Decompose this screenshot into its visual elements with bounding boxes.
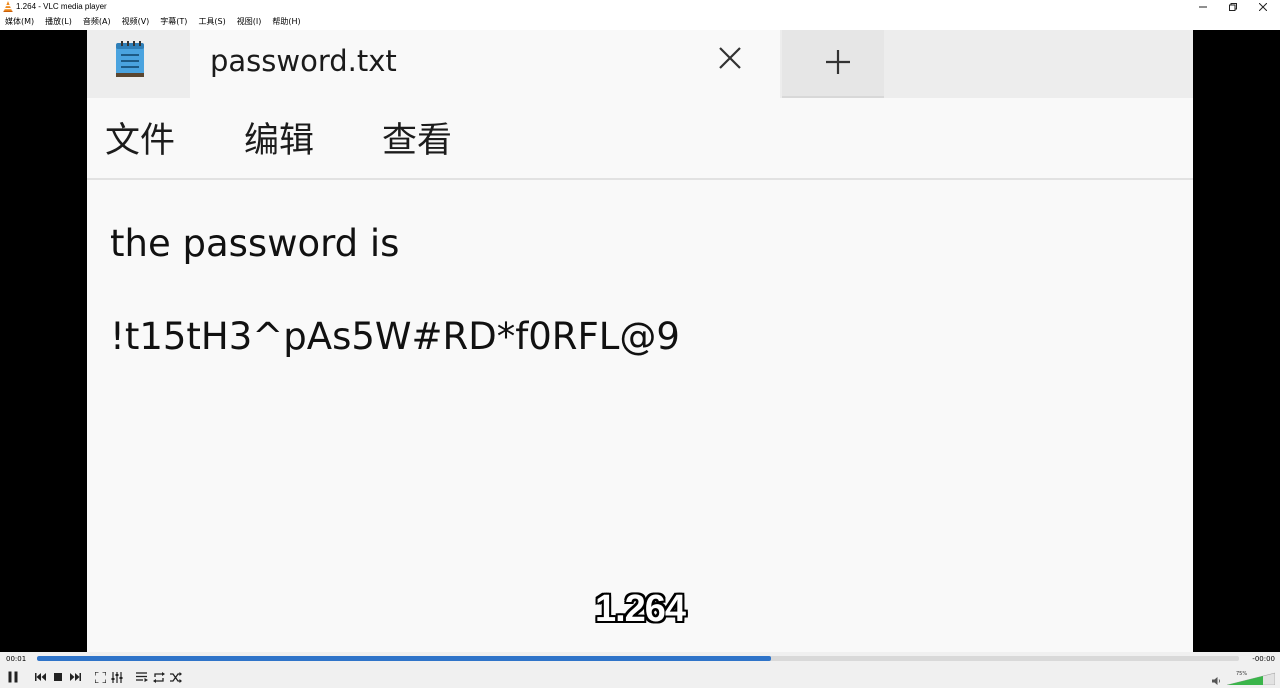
restore-icon [1229, 3, 1237, 11]
next-button[interactable] [67, 669, 83, 685]
vlc-cone-icon [3, 1, 13, 12]
video-area[interactable]: password.txt 文件 编辑 查看 the password is !t… [0, 30, 1280, 652]
pause-icon [8, 671, 18, 683]
previous-button[interactable] [32, 669, 48, 685]
seek-slider[interactable] [37, 656, 1239, 661]
volume-slider[interactable] [1227, 671, 1275, 685]
tab-title: password.txt [210, 44, 397, 78]
notepad-menu-bar: 文件 编辑 查看 [87, 100, 1193, 180]
volume-percent: 75% [1236, 671, 1248, 677]
restore-button[interactable] [1218, 0, 1248, 14]
notepad-tab: password.txt [190, 30, 780, 100]
menu-video[interactable]: 视频(V) [122, 15, 150, 29]
menu-subtitle[interactable]: 字幕(T) [160, 15, 187, 29]
elapsed-time: 00:01 [6, 655, 27, 663]
menu-audio[interactable]: 音频(A) [83, 15, 111, 29]
menu-tools[interactable]: 工具(S) [198, 15, 225, 29]
remaining-time[interactable]: -00:00 [1252, 654, 1275, 664]
minimize-icon [1199, 6, 1207, 8]
menu-view[interactable]: 视图(I) [237, 15, 262, 29]
seek-progress [37, 656, 772, 661]
close-icon [719, 47, 741, 69]
fullscreen-button[interactable] [92, 669, 108, 685]
skip-back-icon [34, 673, 46, 681]
notepad-icon [116, 41, 144, 77]
minimize-button[interactable] [1188, 0, 1218, 14]
text-line: the password is [110, 222, 400, 265]
notepad-new-tab [782, 30, 884, 98]
fullscreen-icon [94, 671, 106, 683]
close-window-button[interactable] [1248, 0, 1278, 14]
pause-button[interactable] [4, 668, 22, 686]
notepad-menu-file: 文件 [105, 121, 176, 161]
stop-button[interactable] [50, 669, 66, 685]
equalizer-icon [111, 671, 123, 683]
loop-button[interactable] [151, 669, 167, 685]
speaker-icon[interactable] [1212, 676, 1222, 686]
title-bar: 1.264 - VLC media player [0, 0, 1280, 14]
notepad-tab-strip: password.txt [87, 30, 1193, 100]
stop-icon [54, 673, 62, 681]
subtitle-text: 1.264 [594, 588, 686, 630]
video-frame-notepad: password.txt 文件 编辑 查看 the password is !t… [87, 30, 1193, 652]
menu-media[interactable]: 媒体(M) [5, 15, 34, 29]
menu-help[interactable]: 帮助(H) [272, 15, 300, 29]
notepad-text-area: the password is !t15tH3^pAs5W#RD*f0RFL@9 [87, 182, 1193, 652]
playlist-icon [136, 672, 148, 682]
extended-settings-button[interactable] [109, 669, 125, 685]
menu-playback[interactable]: 播放(L) [45, 15, 72, 29]
loop-icon [153, 671, 165, 683]
notepad-menu-view: 查看 [382, 121, 453, 161]
notepad-menu-edit: 编辑 [244, 121, 315, 161]
shuffle-icon [170, 671, 182, 683]
skip-forward-icon [69, 673, 81, 681]
menu-bar: 媒体(M) 播放(L) 音频(A) 视频(V) 字幕(T) 工具(S) 视图(I… [0, 14, 1280, 30]
controls-bar [0, 666, 1280, 688]
close-icon [1259, 3, 1267, 11]
seek-bar-row: 00:01 -00:00 [0, 652, 1280, 666]
shuffle-button[interactable] [168, 669, 184, 685]
window-title: 1.264 - VLC media player [16, 2, 107, 11]
plus-icon [826, 50, 850, 74]
text-line: !t15tH3^pAs5W#RD*f0RFL@9 [110, 315, 680, 358]
playlist-button[interactable] [134, 669, 150, 685]
